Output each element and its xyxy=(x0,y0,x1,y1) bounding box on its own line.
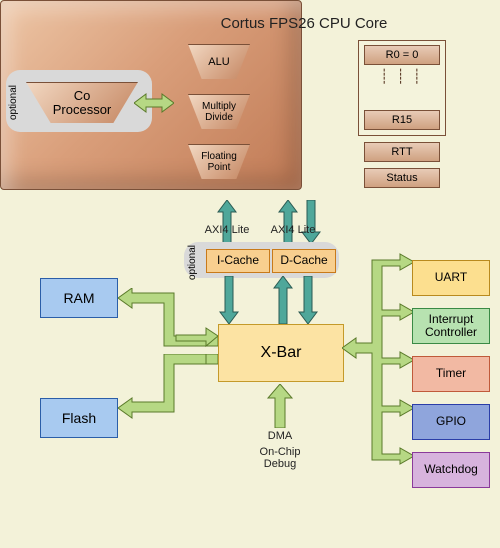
intc-label: Interrupt Controller xyxy=(425,313,477,339)
ocd-label: On-Chip Debug xyxy=(244,446,316,470)
timer-label: Timer xyxy=(436,367,466,380)
register-status-label: Status xyxy=(386,172,417,184)
uart-label: UART xyxy=(435,271,467,284)
fp-label: Floating Point xyxy=(201,151,237,173)
gpio-block: GPIO xyxy=(412,404,490,440)
register-r0: R0 = 0 xyxy=(364,45,440,65)
cpu-core-title: Cortus FPS26 CPU Core xyxy=(154,15,454,32)
gpio-label: GPIO xyxy=(436,415,466,428)
flash-label: Flash xyxy=(62,410,96,426)
register-r15: R15 xyxy=(364,110,440,130)
dma-label: DMA xyxy=(252,430,308,442)
arrow-dcache-axi-up xyxy=(277,200,299,244)
arrow-dcache-axi-down xyxy=(300,200,322,244)
coprocessor-block: Co Processor xyxy=(26,82,138,122)
arrow-icache-axi xyxy=(216,200,238,244)
timer-block: Timer xyxy=(412,356,490,392)
xbar-label: X-Bar xyxy=(261,344,302,362)
arrow-flash-xbar xyxy=(118,354,218,428)
arrow-periph-spine xyxy=(342,244,414,492)
register-rtt-label: RTT xyxy=(391,146,412,158)
coprocessor-label: Co Processor xyxy=(53,89,112,118)
axi4-label-icache: AXI4 Lite xyxy=(197,224,257,236)
register-r15-label: R15 xyxy=(392,114,412,126)
alu-label: ALU xyxy=(208,56,229,68)
icache-label: I-Cache xyxy=(217,254,259,268)
icache-block: I-Cache xyxy=(206,249,270,273)
register-rtt: RTT xyxy=(364,142,440,162)
arrow-ram-xbar xyxy=(118,288,218,352)
arrow-dcache-xbar-up xyxy=(272,276,294,324)
arrow-dcache-xbar-down xyxy=(297,276,319,324)
fp-block: Floating Point xyxy=(188,144,250,179)
flash-block: Flash xyxy=(40,398,118,438)
xbar-block: X-Bar xyxy=(218,324,344,382)
watchdog-block: Watchdog xyxy=(412,452,490,488)
uart-block: UART xyxy=(412,260,490,296)
alu-block: ALU xyxy=(188,44,250,79)
optional-label-cache: optional xyxy=(187,245,198,280)
axi4-label-dcache: AXI4 Lite xyxy=(263,224,323,236)
dcache-label: D-Cache xyxy=(280,254,327,268)
watchdog-label: Watchdog xyxy=(424,463,478,476)
register-r0-label: R0 = 0 xyxy=(386,49,419,61)
dcache-block: D-Cache xyxy=(272,249,336,273)
ram-block: RAM xyxy=(40,278,118,318)
ram-label: RAM xyxy=(63,290,94,306)
arrow-icache-xbar xyxy=(218,276,240,324)
register-ellipsis: ┊ ┊ ┊ xyxy=(380,68,423,85)
muldiv-block: Multiply Divide xyxy=(188,94,250,129)
optional-label-coprocessor: optional xyxy=(8,85,19,120)
register-status: Status xyxy=(364,168,440,188)
intc-block: Interrupt Controller xyxy=(412,308,490,344)
muldiv-label: Multiply Divide xyxy=(202,101,236,123)
arrow-dma-xbar xyxy=(266,384,294,428)
